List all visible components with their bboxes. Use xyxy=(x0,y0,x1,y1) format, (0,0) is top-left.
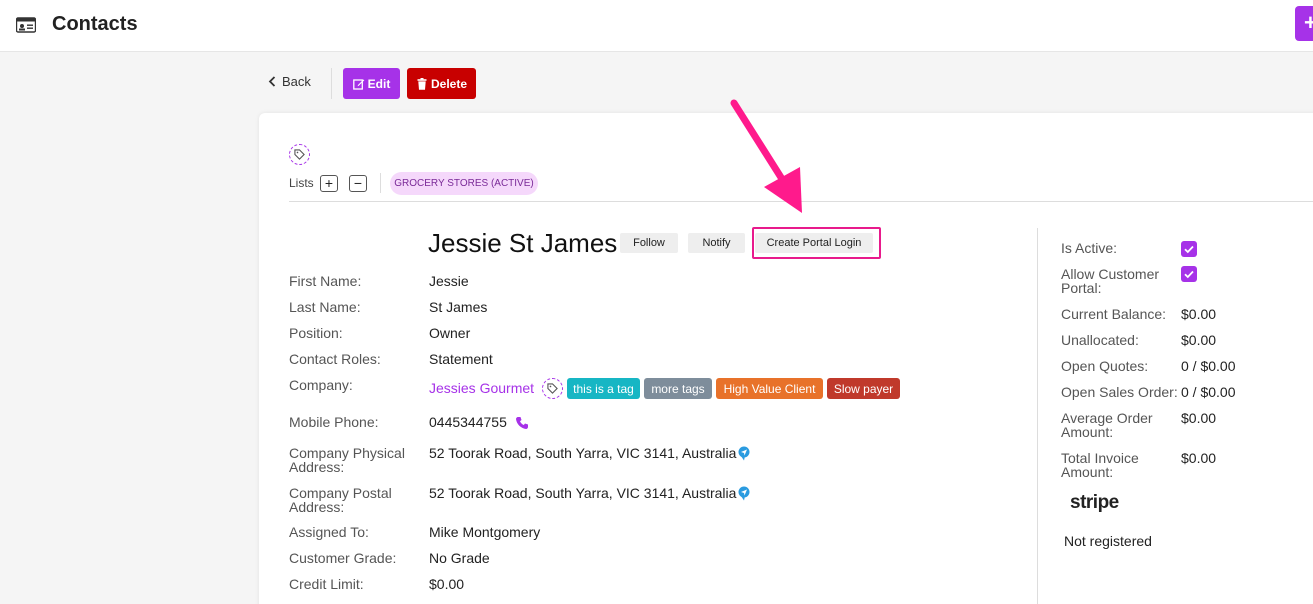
last-name-value: St James xyxy=(429,299,488,315)
phone-icon[interactable] xyxy=(515,416,529,430)
position-value: Owner xyxy=(429,325,471,341)
assigned-to-label: Assigned To: xyxy=(289,524,369,540)
stripe-logo: stripe xyxy=(1070,492,1119,513)
assigned-to-value: Mike Montgomery xyxy=(429,524,541,540)
back-label: Back xyxy=(282,74,311,89)
unallocated-label: Unallocated: xyxy=(1061,332,1139,348)
average-order-value: $0.00 xyxy=(1181,410,1217,426)
add-company-tag-button[interactable] xyxy=(542,378,563,399)
postal-address-label-line2: Address: xyxy=(289,499,345,515)
add-tag-button[interactable] xyxy=(289,144,310,165)
open-quotes-value: 0 / $0.00 xyxy=(1181,358,1236,374)
delete-button[interactable]: Delete xyxy=(407,68,476,99)
lists-label: Lists xyxy=(289,176,314,190)
open-quotes-label: Open Quotes: xyxy=(1061,358,1149,374)
position-label: Position: xyxy=(289,325,343,341)
physical-address-label-line2: Address: xyxy=(289,459,345,475)
allow-portal-checkbox[interactable] xyxy=(1181,266,1197,282)
allow-portal-label-line1: Allow Customer xyxy=(1061,266,1160,282)
company-link[interactable]: Jessies Gourmet xyxy=(429,380,534,396)
open-sales-order-label: Open Sales Order: xyxy=(1061,384,1178,400)
follow-button[interactable]: Follow xyxy=(620,233,678,253)
contact-roles-value: Statement xyxy=(429,351,493,367)
open-sales-order-value: 0 / $0.00 xyxy=(1181,384,1236,400)
page-title: Contacts xyxy=(52,13,138,35)
delete-label: Delete xyxy=(430,76,468,91)
tag-icon xyxy=(547,383,558,394)
mobile-phone-label: Mobile Phone: xyxy=(289,414,379,430)
postal-address-label: Company Postal Address: xyxy=(289,486,392,514)
physical-address-label-line1: Company Physical xyxy=(289,445,405,461)
edit-icon xyxy=(352,78,364,90)
list-badge[interactable]: GROCERY STORES (ACTIVE) xyxy=(390,172,538,195)
average-order-label-line2: Amount: xyxy=(1061,424,1114,440)
chevron-left-icon xyxy=(268,76,276,87)
average-order-label-line1: Average Order xyxy=(1061,410,1153,426)
back-button[interactable]: Back xyxy=(268,74,311,89)
contact-name: Jessie St James xyxy=(428,228,618,258)
credit-limit-value: $0.00 xyxy=(429,576,465,592)
notify-button[interactable]: Notify xyxy=(688,233,745,253)
add-list-button[interactable]: + xyxy=(320,175,338,192)
tag-chip[interactable]: more tags xyxy=(644,378,712,399)
edit-label: Edit xyxy=(367,76,391,91)
total-invoice-label: Total Invoice Amount: xyxy=(1061,451,1139,479)
physical-address-label: Company Physical Address: xyxy=(289,446,405,474)
tag-chip[interactable]: Slow payer xyxy=(827,378,900,399)
remove-list-button[interactable]: − xyxy=(349,175,367,192)
toolbar-divider xyxy=(331,68,332,99)
postal-address-label-line1: Company Postal xyxy=(289,485,392,501)
allow-portal-label-line2: Portal: xyxy=(1061,280,1102,296)
lists-divider xyxy=(380,173,381,193)
edit-button[interactable]: Edit xyxy=(343,68,400,99)
total-invoice-label-line1: Total Invoice xyxy=(1061,450,1139,466)
contact-roles-label: Contact Roles: xyxy=(289,351,381,367)
contact-card-icon xyxy=(16,17,36,33)
map-pin-icon[interactable] xyxy=(737,486,751,501)
customer-grade-label: Customer Grade: xyxy=(289,550,397,566)
mobile-phone-value: 0445344755 xyxy=(429,414,507,430)
stripe-status: Not registered xyxy=(1064,533,1152,549)
postal-address-value: 52 Toorak Road, South Yarra, VIC 3141, A… xyxy=(429,485,737,501)
customer-grade-value: No Grade xyxy=(429,550,490,566)
first-name-label: First Name: xyxy=(289,273,362,289)
unallocated-value: $0.00 xyxy=(1181,332,1217,348)
is-active-checkbox[interactable] xyxy=(1181,241,1197,257)
current-balance-label: Current Balance: xyxy=(1061,306,1167,322)
current-balance-value: $0.00 xyxy=(1181,306,1217,322)
company-label: Company: xyxy=(289,377,353,393)
tag-chip[interactable]: this is a tag xyxy=(567,378,640,399)
checkmark-icon xyxy=(1184,270,1194,279)
checkmark-icon xyxy=(1184,245,1194,254)
average-order-label: Average Order Amount: xyxy=(1061,411,1153,439)
trash-icon xyxy=(417,77,427,90)
column-divider xyxy=(1037,228,1038,604)
credit-limit-label: Credit Limit: xyxy=(289,576,364,592)
annotation-arrow-icon xyxy=(730,99,802,213)
total-invoice-label-line2: Amount: xyxy=(1061,464,1114,480)
allow-portal-label: Allow Customer Portal: xyxy=(1061,267,1159,295)
last-name-label: Last Name: xyxy=(289,299,361,315)
map-pin-icon[interactable] xyxy=(737,446,751,461)
first-name-value: Jessie xyxy=(429,273,469,289)
total-invoice-value: $0.00 xyxy=(1181,450,1217,466)
tag-icon xyxy=(294,149,305,160)
highlight-box xyxy=(752,227,881,259)
physical-address-value: 52 Toorak Road, South Yarra, VIC 3141, A… xyxy=(429,445,737,461)
tag-chip[interactable]: High Value Client xyxy=(716,378,823,399)
add-contact-button[interactable]: + xyxy=(1295,6,1313,41)
top-bar: Contacts + xyxy=(0,0,1313,52)
is-active-label: Is Active: xyxy=(1061,240,1118,256)
